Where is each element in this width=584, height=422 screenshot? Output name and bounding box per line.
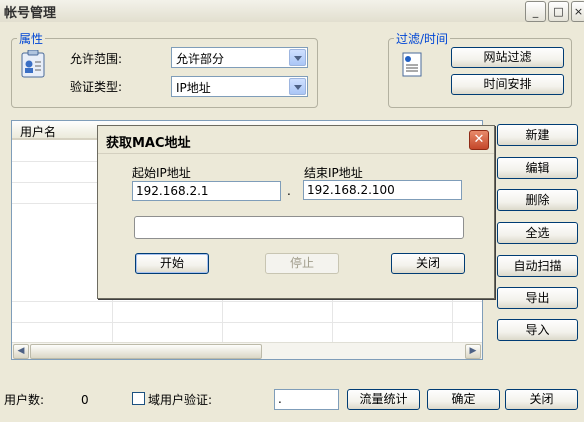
scope-label: 允许范围: bbox=[70, 52, 123, 66]
user-count-value: 0 bbox=[81, 393, 89, 407]
filter-group-label: 过滤/时间 bbox=[394, 30, 451, 47]
properties-group-label: 属性 bbox=[17, 30, 46, 47]
dialog-close-icon[interactable]: ✕ bbox=[469, 130, 489, 150]
status-field bbox=[134, 216, 464, 239]
dialog-close-button[interactable]: 关闭 bbox=[391, 253, 465, 274]
domain-auth-checkbox[interactable] bbox=[132, 392, 145, 405]
ip-separator: . bbox=[287, 184, 291, 198]
domain-auth-label: 域用户验证: bbox=[148, 393, 213, 407]
document-icon bbox=[400, 52, 426, 78]
start-ip-input[interactable]: 192.168.2.1 bbox=[132, 181, 281, 201]
new-button[interactable]: 新建 bbox=[497, 124, 578, 146]
auth-type-select-value: IP地址 bbox=[176, 81, 211, 95]
get-mac-dialog: 获取MAC地址 ✕ 起始IP地址 192.168.2.1 . 结束IP地址 19… bbox=[97, 125, 495, 299]
scroll-right-button[interactable]: ▶ bbox=[465, 344, 481, 359]
dialog-title-bar: 获取MAC地址 ✕ bbox=[98, 126, 494, 154]
grid-divider bbox=[12, 301, 482, 302]
scroll-thumb[interactable] bbox=[30, 344, 262, 359]
scroll-left-button[interactable]: ◀ bbox=[13, 344, 29, 359]
schedule-button[interactable]: 时间安排 bbox=[451, 74, 564, 95]
auto-scan-button[interactable]: 自动扫描 bbox=[497, 255, 578, 277]
scope-select[interactable]: 允许部分 bbox=[171, 47, 308, 68]
domain-field[interactable]: . bbox=[274, 389, 339, 410]
user-count-label: 用户数: bbox=[4, 393, 45, 407]
select-all-button[interactable]: 全选 bbox=[497, 222, 578, 244]
auth-type-label: 验证类型: bbox=[70, 80, 123, 94]
delete-button[interactable]: 删除 bbox=[497, 189, 578, 211]
user-card-icon bbox=[20, 49, 46, 78]
ok-button[interactable]: 确定 bbox=[427, 389, 500, 410]
column-user-name[interactable]: 用户名 bbox=[20, 123, 56, 140]
close-button[interactable]: 关闭 bbox=[505, 389, 578, 410]
grid-divider bbox=[12, 322, 482, 323]
traffic-stats-button[interactable]: 流量统计 bbox=[347, 389, 420, 410]
start-ip-label: 起始IP地址 bbox=[132, 166, 191, 180]
end-ip-label: 结束IP地址 bbox=[304, 166, 363, 180]
export-button[interactable]: 导出 bbox=[497, 287, 578, 309]
scope-select-value: 允许部分 bbox=[176, 52, 225, 66]
window-title: 帐号管理 bbox=[4, 6, 57, 21]
end-ip-input[interactable]: 192.168.2.100 bbox=[303, 180, 462, 200]
import-button[interactable]: 导入 bbox=[497, 319, 578, 341]
start-button[interactable]: 开始 bbox=[135, 253, 209, 274]
web-filter-button[interactable]: 网站过滤 bbox=[451, 47, 564, 68]
minimize-button[interactable]: _ bbox=[525, 1, 546, 22]
chevron-down-icon[interactable] bbox=[289, 49, 306, 66]
chevron-down-icon[interactable] bbox=[289, 78, 306, 95]
stop-button[interactable]: 停止 bbox=[265, 253, 339, 274]
horizontal-scrollbar[interactable]: ◀ ▶ bbox=[12, 342, 482, 359]
dialog-title: 获取MAC地址 bbox=[106, 136, 191, 151]
title-bar: 帐号管理 _ □ × bbox=[0, 0, 584, 22]
maximize-button[interactable]: □ bbox=[548, 1, 569, 22]
window-close-button[interactable]: × bbox=[571, 1, 584, 22]
auth-type-select[interactable]: IP地址 bbox=[171, 76, 308, 97]
edit-button[interactable]: 编辑 bbox=[497, 157, 578, 179]
